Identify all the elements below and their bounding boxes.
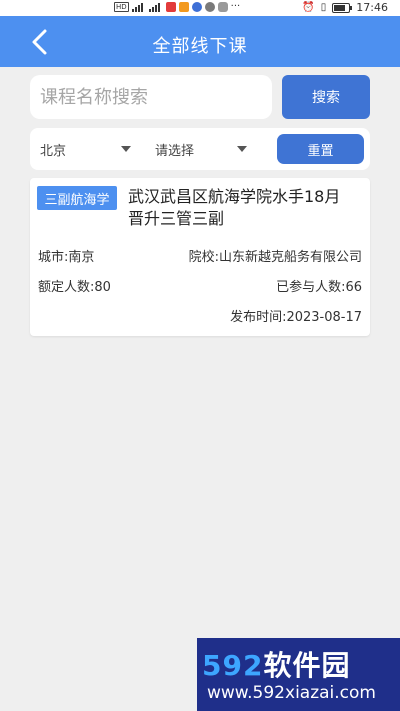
watermark-logo-number: 592 bbox=[202, 649, 264, 682]
signal-icon-2 bbox=[148, 2, 163, 12]
search-input[interactable] bbox=[30, 75, 272, 119]
search-row: 搜索 bbox=[30, 75, 370, 119]
school-select[interactable]: 请选择 bbox=[155, 128, 255, 170]
qq-icon bbox=[204, 1, 215, 12]
filter-row: 北京 请选择 重置 bbox=[30, 128, 370, 170]
battery-icon bbox=[332, 2, 353, 13]
app-notification-icon bbox=[165, 1, 176, 12]
weibo-icon bbox=[178, 1, 189, 12]
course-school: 院校:山东新越克船务有限公司 bbox=[188, 250, 362, 265]
message-icon bbox=[217, 1, 228, 12]
course-info-row: 城市:南京 院校:山东新越克船务有限公司 bbox=[38, 246, 362, 265]
status-bar: HD ··· ⏰ ▯ 17:46 bbox=[0, 0, 400, 16]
course-publish-date: 发布时间:2023-08-17 bbox=[230, 310, 362, 325]
course-quota: 额定人数:80 bbox=[38, 280, 111, 295]
status-time: 17:46 bbox=[356, 1, 388, 14]
course-joined: 已参与人数:66 bbox=[276, 280, 362, 295]
watermark-logo: 592软件园 bbox=[202, 644, 350, 684]
vibrate-icon: ▯ bbox=[320, 2, 327, 13]
course-info-row: 发布时间:2023-08-17 bbox=[38, 306, 362, 325]
caret-down-icon bbox=[237, 146, 247, 152]
search-button[interactable]: 搜索 bbox=[282, 75, 370, 119]
hd-icon: HD bbox=[114, 1, 129, 12]
page-title: 全部线下课 bbox=[152, 36, 248, 57]
course-city: 城市:南京 bbox=[38, 250, 95, 265]
status-icons-left: HD ··· bbox=[114, 1, 240, 12]
alarm-icon: ⏰ bbox=[302, 2, 315, 13]
course-title: 武汉武昌区航海学院水手18月晋升三管三副 bbox=[128, 187, 341, 228]
status-icons-right: ⏰ ▯ 17:46 bbox=[302, 1, 388, 14]
signal-icon bbox=[131, 2, 146, 12]
site-watermark: 592软件园 www.592xiazai.com bbox=[197, 638, 400, 711]
browser-icon bbox=[191, 1, 202, 12]
watermark-url: www.592xiazai.com bbox=[207, 683, 376, 703]
watermark-logo-text: 软件园 bbox=[263, 649, 351, 682]
city-select-value: 北京 bbox=[40, 143, 67, 159]
school-select-value: 请选择 bbox=[155, 143, 195, 159]
course-info-row: 额定人数:80 已参与人数:66 bbox=[38, 276, 362, 295]
caret-down-icon bbox=[121, 146, 131, 152]
header-bar: 全部线下课 bbox=[0, 16, 400, 67]
more-icon: ··· bbox=[230, 1, 241, 12]
city-select[interactable]: 北京 bbox=[40, 128, 140, 170]
course-tag: 三副航海学 bbox=[37, 186, 117, 210]
course-card[interactable]: 三副航海学 武汉武昌区航海学院水手18月晋升三管三副 城市:南京 院校:山东新越… bbox=[30, 178, 370, 336]
reset-button[interactable]: 重置 bbox=[277, 134, 364, 164]
